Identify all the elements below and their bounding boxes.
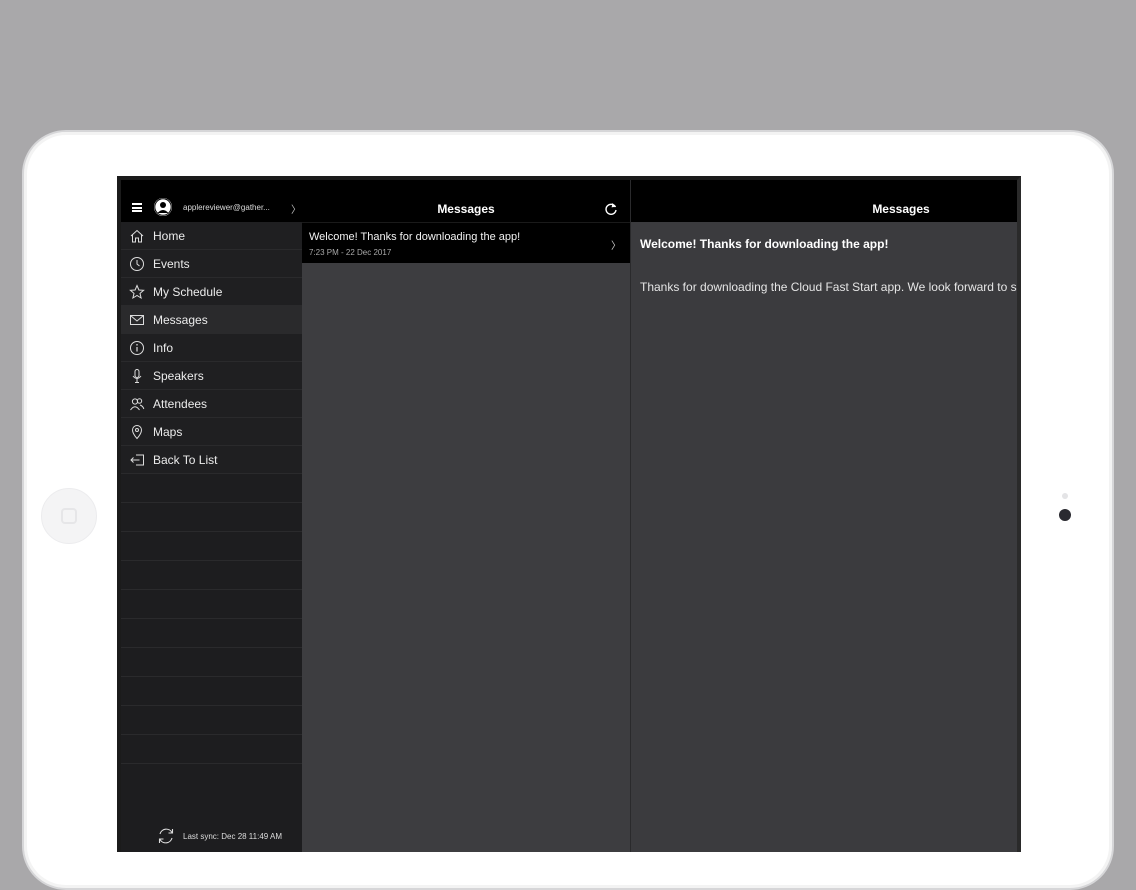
- message-list-pane: Messages Welcome! Thanks for downloading…: [302, 180, 631, 852]
- message-detail-title: Welcome! Thanks for downloading the app!: [640, 237, 889, 251]
- sidebar-item-label: Events: [153, 257, 190, 271]
- sidebar-empty-row: [121, 706, 302, 735]
- sync-status: Last sync: Dec 28 11:49 AM: [121, 820, 302, 852]
- info-icon: [130, 341, 144, 355]
- message-detail-pane: Messages Welcome! Thanks for downloading…: [631, 180, 1021, 852]
- sidebar-empty-row: [121, 532, 302, 561]
- home-button[interactable]: [41, 488, 97, 544]
- sidebar-empty-row: [121, 590, 302, 619]
- message-time: 7:23 PM - 22 Dec 2017: [309, 248, 392, 257]
- chevron-right-icon[interactable]: 〉: [291, 201, 301, 216]
- microphone-icon: [132, 369, 142, 383]
- hamburger-menu-icon[interactable]: [132, 203, 142, 212]
- sidebar-item-label: Messages: [153, 313, 208, 327]
- sensor: [1062, 493, 1068, 499]
- sidebar-item-messages[interactable]: Messages: [121, 306, 302, 334]
- message-detail-body: Thanks for downloading the Cloud Fast St…: [640, 280, 1021, 294]
- star-icon: [129, 284, 145, 300]
- last-sync-text: Last sync: Dec 28 11:49 AM: [183, 832, 283, 841]
- sidebar-empty-row: [121, 735, 302, 764]
- people-icon: [130, 398, 145, 411]
- sidebar-item-label: Info: [153, 341, 174, 355]
- message-title: Welcome! Thanks for downloading the app!: [309, 231, 521, 243]
- sidebar-item-label: Maps: [153, 425, 183, 439]
- back-arrow-icon: [130, 454, 144, 466]
- sidebar-item-speakers[interactable]: Speakers: [121, 362, 302, 390]
- sidebar-item-home[interactable]: Home: [121, 222, 302, 250]
- message-list-item[interactable]: Welcome! Thanks for downloading the app!…: [302, 222, 630, 263]
- sync-icon[interactable]: [156, 826, 176, 846]
- sidebar-empty-row: [121, 561, 302, 590]
- chevron-right-icon: 〉: [611, 241, 621, 252]
- list-header: Messages: [302, 180, 630, 222]
- sidebar-item-label: Back To List: [153, 453, 218, 467]
- home-icon: [130, 229, 144, 243]
- account-email[interactable]: applereviewer@gather...: [183, 203, 270, 212]
- map-pin-icon: [131, 425, 143, 440]
- app-screen: applereviewer@gather... 〉 Home Events My…: [117, 176, 1021, 852]
- sidebar-item-label: Speakers: [153, 369, 204, 383]
- clock-icon: [130, 257, 144, 271]
- sidebar-item-info[interactable]: Info: [121, 334, 302, 362]
- detail-header-title: Messages: [872, 202, 930, 216]
- sidebar-item-label: Home: [153, 229, 186, 243]
- sidebar-empty-row: [121, 619, 302, 648]
- sidebar-empty-row: [121, 677, 302, 706]
- detail-header: Messages: [631, 180, 1017, 222]
- sidebar-item-events[interactable]: Events: [121, 250, 302, 278]
- sidebar: applereviewer@gather... 〉 Home Events My…: [121, 180, 302, 852]
- sidebar-empty-row: [121, 503, 302, 532]
- front-camera: [1059, 509, 1071, 521]
- avatar-icon[interactable]: [154, 198, 172, 216]
- sidebar-empty-row: [121, 648, 302, 677]
- sidebar-item-label: My Schedule: [153, 285, 223, 299]
- refresh-icon[interactable]: [604, 202, 618, 216]
- sidebar-item-back-to-list[interactable]: Back To List: [121, 446, 302, 474]
- list-title: Messages: [437, 202, 495, 216]
- sidebar-header: applereviewer@gather... 〉: [121, 180, 302, 222]
- sidebar-item-label: Attendees: [153, 397, 208, 411]
- sidebar-empty-row: [121, 474, 302, 503]
- sidebar-item-maps[interactable]: Maps: [121, 418, 302, 446]
- sidebar-item-attendees[interactable]: Attendees: [121, 390, 302, 418]
- envelope-icon: [130, 315, 144, 325]
- sidebar-item-my-schedule[interactable]: My Schedule: [121, 278, 302, 306]
